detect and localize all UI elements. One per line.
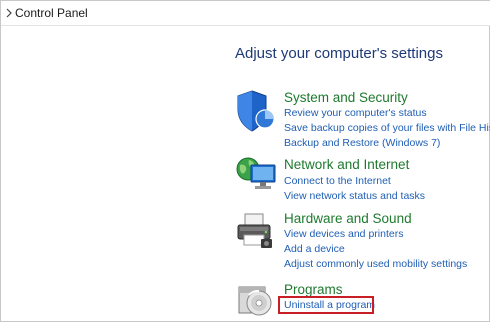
- link-backup-restore[interactable]: Backup and Restore (Windows 7): [284, 137, 440, 149]
- link-network-status[interactable]: View network status and tasks: [284, 190, 425, 202]
- link-devices-printers[interactable]: View devices and printers: [284, 228, 403, 240]
- category-hardware-sound[interactable]: Hardware and Sound: [284, 211, 412, 226]
- chevron-right-icon[interactable]: [4, 8, 14, 18]
- page-title: Adjust your computer's settings: [235, 45, 443, 62]
- category-network-internet[interactable]: Network and Internet: [284, 157, 409, 172]
- highlight-box: [278, 296, 374, 314]
- control-panel-window: Control Panel Adjust your computer's set…: [0, 0, 490, 322]
- link-file-history[interactable]: Save backup copies of your files with Fi…: [284, 122, 490, 134]
- address-bar: Control Panel: [1, 1, 490, 26]
- printer-icon[interactable]: [235, 211, 275, 251]
- breadcrumb-control-panel[interactable]: Control Panel: [15, 6, 88, 20]
- link-connect-internet[interactable]: Connect to the Internet: [284, 175, 391, 187]
- category-system-security[interactable]: System and Security: [284, 90, 408, 105]
- link-mobility-settings[interactable]: Adjust commonly used mobility settings: [284, 258, 467, 270]
- shield-icon[interactable]: [235, 89, 275, 133]
- link-add-device[interactable]: Add a device: [284, 243, 345, 255]
- link-review-status[interactable]: Review your computer's status: [284, 107, 427, 119]
- network-globe-icon[interactable]: [235, 155, 277, 195]
- category-programs[interactable]: Programs: [284, 282, 343, 297]
- programs-disc-icon[interactable]: [235, 279, 275, 317]
